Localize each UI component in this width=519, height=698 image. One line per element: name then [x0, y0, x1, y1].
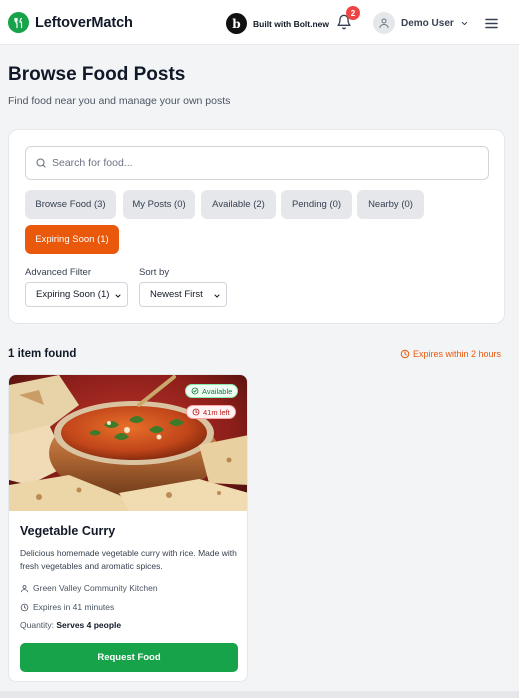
- tab-available[interactable]: Available (2): [201, 190, 276, 219]
- tab-pending[interactable]: Pending (0): [281, 190, 352, 219]
- search-input[interactable]: [52, 148, 482, 178]
- time-left-text: 41m left: [203, 407, 230, 417]
- bolt-logo: b: [226, 13, 247, 34]
- clock-icon: [400, 349, 410, 359]
- clock-icon: [20, 603, 29, 611]
- sort-by-select[interactable]: Newest First: [139, 282, 227, 307]
- page-title: Browse Food Posts: [8, 64, 186, 85]
- request-food-button[interactable]: Request Food: [20, 643, 238, 672]
- user-menu[interactable]: Demo User: [373, 12, 469, 34]
- time-left-badge: 41m left: [186, 405, 236, 419]
- sort-by-label: Sort by: [139, 267, 170, 278]
- chevron-down-icon: [461, 21, 468, 25]
- app-logo[interactable]: LeftoverMatch: [8, 12, 133, 33]
- sort-by-value: Newest First: [150, 289, 203, 300]
- utensils-icon: [8, 12, 29, 33]
- status-badge-text: Available: [202, 386, 233, 396]
- chevron-down-icon: [214, 294, 220, 298]
- filter-card: Browse Food (3) My Posts (0) Available (…: [8, 129, 505, 324]
- food-description: Delicious homemade vegetable curry with …: [20, 548, 237, 571]
- results-count: 1 item found: [8, 348, 77, 360]
- user-name: Demo User: [401, 17, 454, 29]
- app-name: LeftoverMatch: [35, 14, 133, 31]
- check-circle-icon: [191, 387, 199, 395]
- food-location: Green Valley Community Kitchen: [20, 583, 158, 593]
- advanced-filter-value: Expiring Soon (1): [36, 289, 110, 300]
- advanced-filter-select[interactable]: Expiring Soon (1): [25, 282, 128, 307]
- clock-icon: [192, 408, 200, 416]
- status-badge: Available: [185, 384, 239, 398]
- user-icon: [373, 12, 395, 34]
- food-location-text: Green Valley Community Kitchen: [33, 583, 158, 593]
- notification-badge: 2: [346, 6, 360, 20]
- menu-icon[interactable]: [485, 16, 499, 29]
- tab-expiring-soon[interactable]: Expiring Soon (1): [25, 225, 119, 254]
- tab-my-posts[interactable]: My Posts (0): [123, 190, 195, 219]
- page-bottom-edge: [0, 691, 519, 698]
- food-title: Vegetable Curry: [20, 524, 116, 538]
- food-quantity: Quantity: Serves 4 people: [20, 620, 121, 630]
- food-card[interactable]: Available 41m left Vegetable Curry Delic…: [8, 374, 248, 682]
- food-expiry-text: Expires in 41 minutes: [33, 602, 115, 612]
- bolt-text: Built with Bolt.new: [253, 18, 330, 29]
- advanced-filter-label: Advanced Filter: [25, 267, 92, 278]
- quantity-label: Quantity:: [20, 620, 57, 630]
- chevron-down-icon: [115, 294, 121, 298]
- top-navbar: LeftoverMatch b Built with Bolt.new 2 De…: [0, 0, 519, 45]
- search-box: [25, 146, 489, 180]
- bolt-badge[interactable]: b Built with Bolt.new: [226, 13, 329, 34]
- expire-note: Expires within 2 hours: [400, 349, 501, 359]
- tab-browse-food[interactable]: Browse Food (3): [25, 190, 116, 219]
- search-icon: [36, 158, 46, 168]
- quantity-value: Serves 4 people: [56, 620, 122, 630]
- food-expiry: Expires in 41 minutes: [20, 602, 114, 612]
- expire-note-text: Expires within 2 hours: [413, 349, 502, 359]
- page-subtitle: Find food near you and manage your own p…: [8, 95, 231, 107]
- user-pin-icon: [21, 584, 28, 592]
- tab-nearby[interactable]: Nearby (0): [357, 190, 424, 219]
